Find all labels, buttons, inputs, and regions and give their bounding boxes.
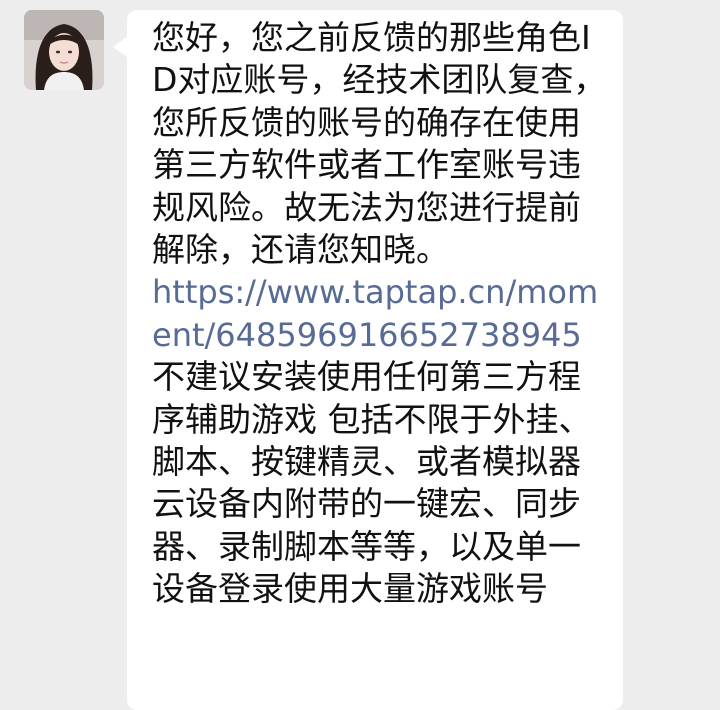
message-paragraph-1: 您好，您之前反馈的那些角色ID对应账号，经技术团队复查，您所反馈的账号的确存在使… [152, 18, 607, 270]
message-bubble[interactable]: 您好，您之前反馈的那些角色ID对应账号，经技术团队复查，您所反馈的账号的确存在使… [127, 10, 623, 710]
avatar-portrait-icon [24, 10, 104, 90]
message-text: 您好，您之前反馈的那些角色ID对应账号，经技术团队复查，您所反馈的账号的确存在使… [152, 17, 607, 611]
bubble-tail [113, 36, 128, 58]
message-paragraph-2: 不建议安装使用任何第三方程序辅助游戏 包括不限于外挂、脚本、按键精灵、或者模拟器… [152, 357, 592, 609]
contact-avatar[interactable] [24, 10, 104, 90]
message-link[interactable]: https://www.taptap.cn/moment/64859691665… [152, 271, 607, 356]
